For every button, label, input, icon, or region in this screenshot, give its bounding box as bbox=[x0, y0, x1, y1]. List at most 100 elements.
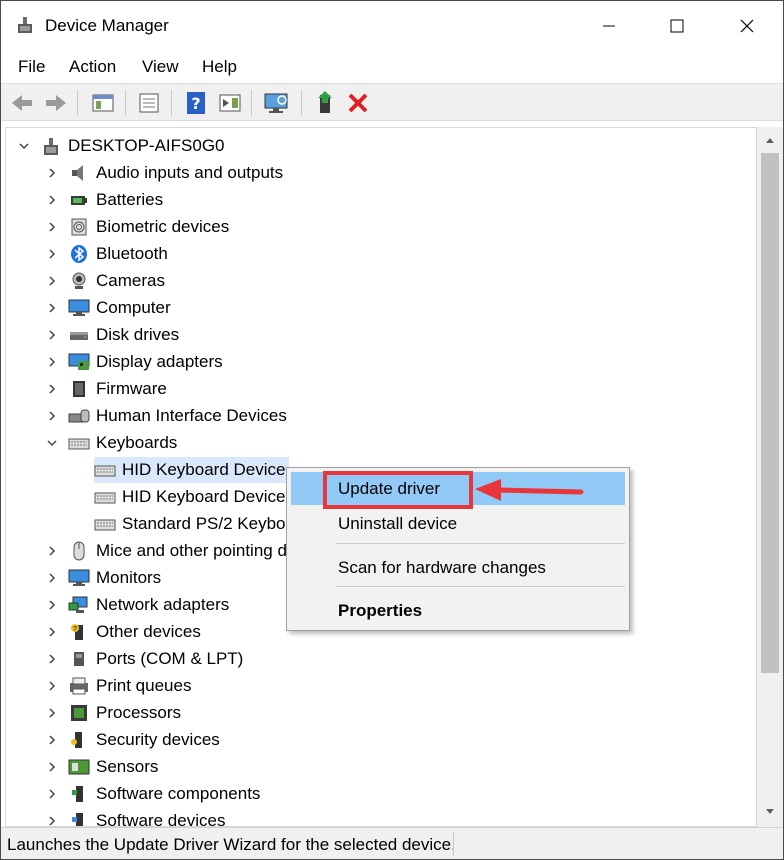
tree-category-9[interactable]: Human Interface Devices bbox=[44, 402, 287, 429]
chevron-right-icon[interactable] bbox=[44, 192, 60, 208]
scroll-up-button[interactable] bbox=[757, 129, 783, 151]
vertical-scrollbar[interactable] bbox=[757, 127, 783, 827]
chevron-right-icon[interactable] bbox=[44, 705, 60, 721]
tree-category-label: Software devices bbox=[96, 810, 226, 827]
tree-category-15[interactable]: Ports (COM & LPT) bbox=[44, 645, 243, 672]
scan-hardware-button[interactable] bbox=[263, 89, 291, 117]
computer-tower-icon bbox=[40, 135, 62, 157]
context-item-properties[interactable]: Properties bbox=[291, 594, 625, 627]
help-icon: ? bbox=[187, 92, 205, 114]
tree-category-18[interactable]: Security devices bbox=[44, 726, 220, 753]
close-button[interactable] bbox=[713, 1, 781, 51]
tree-category-label: Software components bbox=[96, 783, 261, 803]
show-hide-console-tree-icon bbox=[92, 94, 114, 112]
maximize-button[interactable] bbox=[643, 1, 711, 51]
tree-category-14[interactable]: ? Other devices bbox=[44, 618, 201, 645]
tree-category-label: Processors bbox=[96, 702, 182, 722]
menu-action[interactable]: Action bbox=[69, 57, 116, 77]
window-title: Device Manager bbox=[45, 16, 169, 35]
tree-category-5[interactable]: Computer bbox=[44, 294, 171, 321]
software-device-icon bbox=[68, 810, 90, 826]
tree-category-17[interactable]: Processors bbox=[44, 699, 181, 726]
tree-category-8[interactable]: Firmware bbox=[44, 375, 167, 402]
chip-icon bbox=[68, 378, 90, 400]
chevron-right-icon[interactable] bbox=[44, 597, 60, 613]
annotation-arrow-icon bbox=[475, 479, 584, 501]
processor-icon bbox=[68, 702, 90, 724]
title-bar: Device Manager bbox=[1, 1, 783, 51]
tree-device-10-2[interactable]: Standard PS/2 Keyboard bbox=[94, 510, 314, 537]
context-item-scan-hardware[interactable]: Scan for hardware changes bbox=[291, 551, 625, 584]
menu-file[interactable]: File bbox=[18, 57, 45, 77]
port-icon bbox=[68, 648, 90, 670]
tree-category-12[interactable]: Monitors bbox=[44, 564, 161, 591]
chevron-right-icon[interactable] bbox=[44, 354, 60, 370]
tree-category-1[interactable]: Batteries bbox=[44, 186, 163, 213]
menu-help[interactable]: Help bbox=[202, 57, 237, 77]
chevron-right-icon[interactable] bbox=[44, 732, 60, 748]
tree-category-label: Print queues bbox=[96, 675, 192, 695]
scroll-down-button[interactable] bbox=[757, 801, 783, 823]
tree-category-label: Disk drives bbox=[96, 324, 180, 344]
menu-view[interactable]: View bbox=[142, 57, 179, 77]
tree-category-20[interactable]: Software components bbox=[44, 780, 260, 807]
status-bar: Launches the Update Driver Wizard for th… bbox=[1, 827, 783, 859]
chevron-right-icon[interactable] bbox=[44, 813, 60, 827]
uninstall-button[interactable] bbox=[344, 89, 372, 117]
hid-icon bbox=[68, 405, 90, 427]
uninstall-icon bbox=[348, 93, 368, 113]
forward-button[interactable] bbox=[42, 89, 70, 117]
tree-category-10[interactable]: Keyboards bbox=[44, 429, 177, 456]
tree-category-13[interactable]: Network adapters bbox=[44, 591, 229, 618]
minimize-button[interactable] bbox=[575, 1, 643, 51]
chevron-right-icon[interactable] bbox=[44, 624, 60, 640]
tree-category-19[interactable]: Sensors bbox=[44, 753, 158, 780]
tree-device-10-1[interactable]: HID Keyboard Device bbox=[94, 483, 289, 510]
maximize-icon bbox=[670, 19, 684, 33]
tree-category-21[interactable]: Software devices bbox=[44, 807, 226, 827]
chevron-right-icon[interactable] bbox=[44, 786, 60, 802]
context-item-uninstall-device[interactable]: Uninstall device bbox=[291, 507, 625, 540]
chevron-right-icon[interactable] bbox=[44, 759, 60, 775]
tree-category-2[interactable]: Biometric devices bbox=[44, 213, 229, 240]
tree-category-7[interactable]: Display adapters bbox=[44, 348, 223, 375]
show-hide-tree-button[interactable] bbox=[89, 89, 117, 117]
display-adapter-icon bbox=[68, 351, 90, 373]
action-pane-button[interactable] bbox=[216, 89, 244, 117]
chevron-right-icon[interactable] bbox=[44, 327, 60, 343]
chevron-right-icon[interactable] bbox=[44, 408, 60, 424]
chevron-right-icon[interactable] bbox=[44, 570, 60, 586]
chevron-right-icon[interactable] bbox=[44, 543, 60, 559]
tree-category-16[interactable]: Print queues bbox=[44, 672, 191, 699]
chevron-right-icon[interactable] bbox=[44, 273, 60, 289]
properties-button[interactable] bbox=[135, 89, 163, 117]
tree-device-10-0[interactable]: HID Keyboard Device bbox=[94, 456, 290, 483]
chevron-down-icon[interactable] bbox=[16, 138, 32, 154]
keyboard-icon bbox=[94, 486, 116, 508]
properties-icon bbox=[139, 93, 159, 113]
tree-category-0[interactable]: Audio inputs and outputs bbox=[44, 159, 283, 186]
help-button[interactable]: ? bbox=[182, 89, 210, 117]
chevron-down-icon bbox=[766, 809, 774, 814]
tree-root[interactable]: DESKTOP-AIFS0G0 bbox=[16, 132, 225, 159]
svg-text:?: ? bbox=[73, 626, 77, 633]
chevron-right-icon[interactable] bbox=[44, 219, 60, 235]
back-button[interactable] bbox=[8, 89, 36, 117]
update-driver-button[interactable] bbox=[311, 89, 339, 117]
back-icon bbox=[12, 95, 32, 111]
status-text: Launches the Update Driver Wizard for th… bbox=[7, 835, 453, 854]
chevron-right-icon[interactable] bbox=[44, 246, 60, 262]
chevron-right-icon[interactable] bbox=[44, 381, 60, 397]
chevron-right-icon[interactable] bbox=[44, 165, 60, 181]
chevron-right-icon[interactable] bbox=[44, 651, 60, 667]
device-manager-icon bbox=[15, 15, 35, 35]
chevron-right-icon[interactable] bbox=[44, 678, 60, 694]
security-device-icon bbox=[68, 729, 90, 751]
tree-category-4[interactable]: Cameras bbox=[44, 267, 165, 294]
scrollbar-thumb[interactable] bbox=[761, 153, 779, 673]
tree-category-label: Security devices bbox=[96, 729, 220, 749]
tree-category-3[interactable]: Bluetooth bbox=[44, 240, 168, 267]
chevron-down-icon[interactable] bbox=[44, 435, 60, 451]
chevron-right-icon[interactable] bbox=[44, 300, 60, 316]
tree-category-6[interactable]: Disk drives bbox=[44, 321, 179, 348]
